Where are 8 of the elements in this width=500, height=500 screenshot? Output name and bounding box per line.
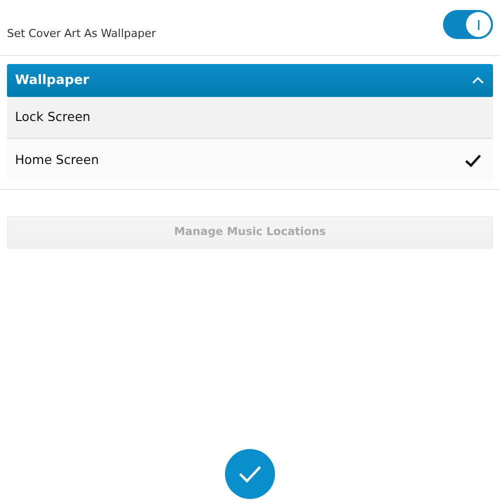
chevron-icon [471, 75, 485, 86]
option-item[interactable]: Lock Screen [7, 97, 493, 139]
toggle-switch[interactable] [443, 10, 493, 39]
dropdown-header[interactable]: Wallpaper [7, 64, 493, 97]
confirm-button[interactable] [225, 449, 275, 499]
check-icon [238, 465, 262, 483]
setting-label: Set Cover Art As Wallpaper [7, 26, 156, 42]
option-item[interactable]: Home Screen [7, 139, 493, 181]
